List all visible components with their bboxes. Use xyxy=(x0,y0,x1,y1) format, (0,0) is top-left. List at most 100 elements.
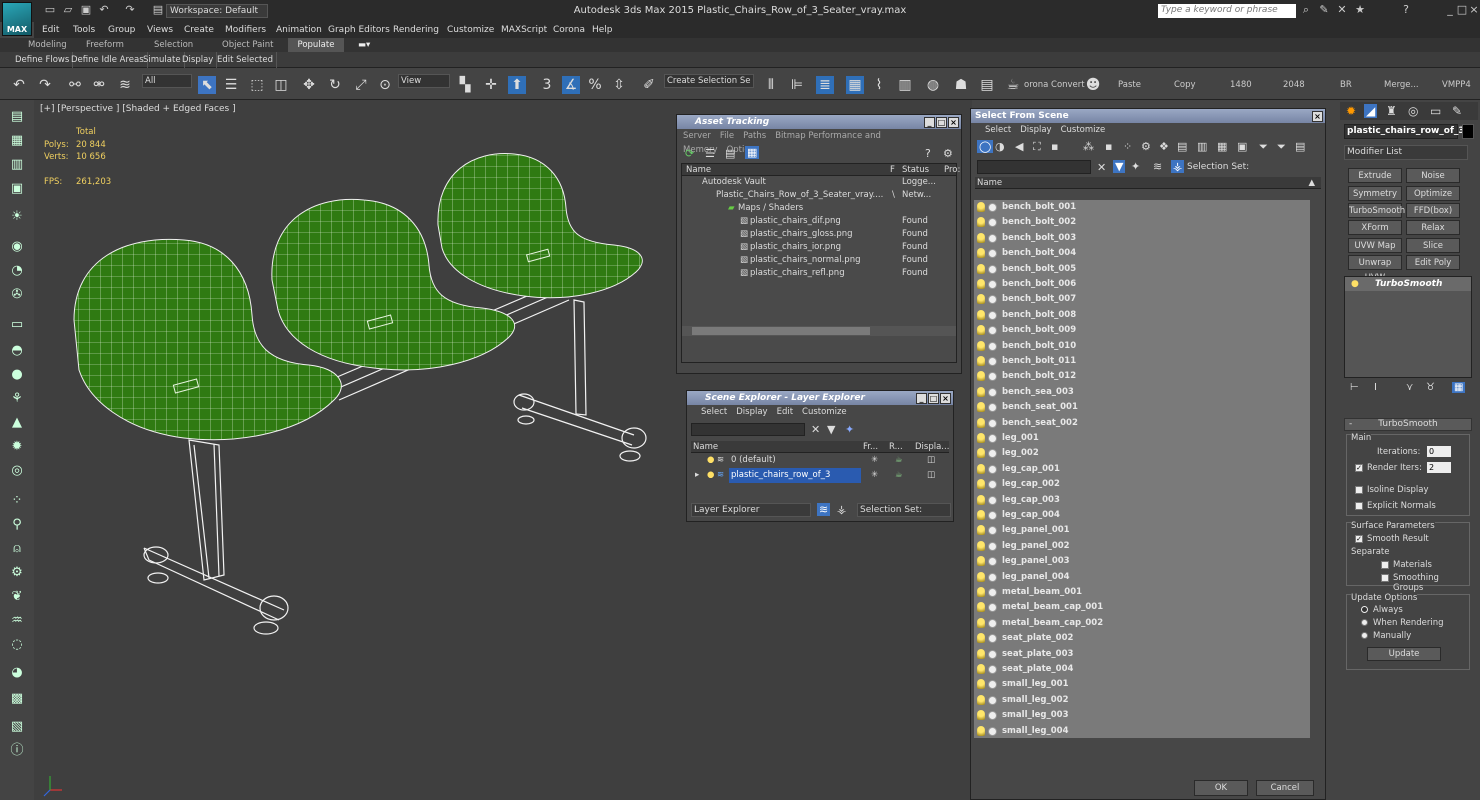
display-tab-icon[interactable]: ▭ xyxy=(1430,104,1441,118)
layer-row-default[interactable]: ● ≋ 0 (default) ✳ ☕ ◫ xyxy=(691,453,949,468)
explicit-normals-checkbox[interactable] xyxy=(1355,501,1363,510)
geometry-filter-icon[interactable]: ◯ xyxy=(977,140,994,153)
pin-stack-icon[interactable]: ⊢ xyxy=(1350,382,1359,393)
select-filter-icon[interactable]: ▼ xyxy=(1113,160,1126,173)
list-item[interactable]: small_leg_003 xyxy=(974,708,1310,723)
bulb-icon[interactable] xyxy=(977,463,985,474)
smooth-result-checkbox[interactable]: ✓ xyxy=(1355,534,1363,543)
info-icon[interactable]: ⓘ xyxy=(8,742,26,760)
menu-edit[interactable]: Edit xyxy=(42,22,59,38)
gear-icon[interactable]: ⚙ xyxy=(8,564,26,582)
display-invert-icon[interactable]: ▦ xyxy=(1217,140,1227,153)
iterations-spinner[interactable]: 0 xyxy=(1427,446,1451,457)
menu-file[interactable]: File xyxy=(720,131,734,141)
menu-corona[interactable]: Corona xyxy=(553,22,585,38)
bulb-icon[interactable] xyxy=(977,679,985,690)
close-icon[interactable]: × xyxy=(1468,4,1480,16)
scene-object-list[interactable]: bench_bolt_001 bench_bolt_002 bench_bolt_0… xyxy=(974,200,1310,738)
list-item[interactable]: bench_bolt_007 xyxy=(974,292,1310,307)
binoculars-icon[interactable]: ⌕ xyxy=(1300,4,1312,16)
col-render[interactable]: R... xyxy=(889,441,903,453)
helper-icon[interactable]: ◔ xyxy=(8,262,26,280)
create-panel-icon[interactable]: ▤ xyxy=(8,108,26,126)
spacewarps-filter-icon[interactable]: ⁂ xyxy=(1083,140,1094,153)
table-row[interactable]: ▧ plastic_chairs_ior.png Found xyxy=(682,241,956,254)
table-row[interactable]: ▧ plastic_chairs_normal.png Found xyxy=(682,254,956,267)
list-item[interactable]: leg_cap_002 xyxy=(974,477,1310,492)
col-name[interactable]: Name xyxy=(977,177,1002,189)
list-item[interactable]: metal_beam_cap_002 xyxy=(974,616,1310,631)
dome-icon[interactable]: ◓ xyxy=(8,342,26,360)
list-item[interactable]: bench_bolt_008 xyxy=(974,308,1310,323)
object-name-field[interactable]: plastic_chairs_row_of_3 xyxy=(1344,124,1465,139)
list-item[interactable]: bench_seat_002 xyxy=(974,416,1310,431)
menu-server[interactable]: Server xyxy=(683,131,711,141)
hf-icon[interactable]: ♒ xyxy=(8,612,26,630)
spinner-snap-icon[interactable]: ⇳ xyxy=(610,76,628,94)
table-row[interactable]: ▧ plastic_chairs_gloss.png Found xyxy=(682,228,956,241)
list-item[interactable]: bench_bolt_006 xyxy=(974,277,1310,292)
robot-icon[interactable]: ✇ xyxy=(8,286,26,304)
selection-filter-dropdown[interactable]: All xyxy=(142,74,192,88)
rotate-icon[interactable]: ↻ xyxy=(326,76,344,94)
list-item[interactable]: leg_001 xyxy=(974,431,1310,446)
copy-button[interactable]: Copy xyxy=(1174,80,1196,90)
table-row[interactable]: Autodesk Vault Logge... xyxy=(682,176,956,189)
xrefs-filter-icon[interactable]: ⁘ xyxy=(1123,140,1132,153)
bulb-icon[interactable] xyxy=(977,417,985,428)
sort-up-icon[interactable]: ▲ xyxy=(1308,177,1315,189)
new-file-icon[interactable]: ▭ xyxy=(44,4,56,16)
hierarchy-icon[interactable]: ⚶ xyxy=(1171,160,1185,173)
list-item[interactable]: leg_002 xyxy=(974,446,1310,461)
render-teapot-icon[interactable]: ☕ xyxy=(1004,76,1022,94)
cameras-filter-icon[interactable]: ⛶ xyxy=(1033,140,1041,154)
modifier-list-dropdown[interactable]: Modifier List xyxy=(1344,145,1468,160)
table-row[interactable]: Plastic_Chairs_Row_of_3_Seater_vray.... \… xyxy=(682,189,956,202)
filter-edit-icon[interactable]: ⏷ xyxy=(1277,140,1286,154)
materials-checkbox[interactable] xyxy=(1381,560,1389,569)
modify-tab-icon[interactable]: ◢ xyxy=(1364,104,1378,118)
motion-tab-icon[interactable]: ◎ xyxy=(1408,104,1418,118)
list-item[interactable]: bench_bolt_004 xyxy=(974,246,1310,261)
display-all-icon[interactable]: ▤ xyxy=(1177,140,1187,153)
table-row[interactable]: ▰ Maps / Shaders xyxy=(682,202,956,215)
simulate-button[interactable]: Simulate xyxy=(140,52,185,68)
col-pro[interactable]: Pro: xyxy=(944,164,960,176)
table-view-icon[interactable]: ▦ xyxy=(745,146,760,159)
angle-snap-icon[interactable]: ∡ xyxy=(562,76,580,94)
selection-set-dropdown[interactable]: Selection Set: xyxy=(857,503,951,517)
col-f[interactable]: F xyxy=(890,164,895,176)
search-input[interactable]: Type a keyword or phrase xyxy=(1158,4,1296,18)
smoothing-groups-checkbox[interactable] xyxy=(1381,573,1389,582)
list-item[interactable]: leg_panel_003 xyxy=(974,554,1310,569)
configure-sets-icon[interactable]: ▦ xyxy=(1452,382,1466,393)
bulb-icon[interactable] xyxy=(977,217,985,228)
tab-freeform[interactable]: Freeform xyxy=(86,38,124,52)
object-color-swatch[interactable] xyxy=(1462,124,1474,139)
turbosmooth-button[interactable]: TurboSmooth xyxy=(1348,203,1405,218)
list-view-icon[interactable]: ☰ xyxy=(705,147,715,160)
scale-icon[interactable]: ⤢ xyxy=(352,76,370,94)
filter-options-icon[interactable]: ▤ xyxy=(1295,140,1305,153)
coil-icon[interactable]: ◌ xyxy=(8,636,26,654)
list-item[interactable]: bench_bolt_012 xyxy=(974,369,1310,384)
list-item[interactable]: bench_bolt_009 xyxy=(974,323,1310,338)
app-menu-button[interactable]: MAX xyxy=(2,2,32,36)
layer-manager-icon[interactable]: ≣ xyxy=(816,76,834,94)
ffd-box-button[interactable]: FFD(box) xyxy=(1406,203,1460,218)
bulb-icon[interactable]: ● xyxy=(1351,277,1359,291)
render-teapot-icon[interactable]: ☕ xyxy=(895,468,903,483)
helpers-filter-icon[interactable]: ▪ xyxy=(1051,140,1058,153)
bulb-icon[interactable] xyxy=(977,648,985,659)
explorer-type-dropdown[interactable]: Layer Explorer xyxy=(691,503,811,517)
list-item[interactable]: small_leg_001 xyxy=(974,677,1310,692)
reference-coordinate-dropdown[interactable]: View xyxy=(398,74,450,88)
keyboard-shortcut-icon[interactable]: ⬆ xyxy=(508,76,526,94)
bulb-icon[interactable] xyxy=(977,448,985,459)
menu-help[interactable]: Help xyxy=(592,22,613,38)
sphere-icon[interactable]: ● xyxy=(8,366,26,384)
bulb-icon[interactable] xyxy=(977,494,985,505)
lights-filter-icon[interactable]: ◀ xyxy=(1015,140,1023,153)
menu-views[interactable]: Views xyxy=(147,22,173,38)
list-item[interactable]: seat_plate_004 xyxy=(974,662,1310,677)
